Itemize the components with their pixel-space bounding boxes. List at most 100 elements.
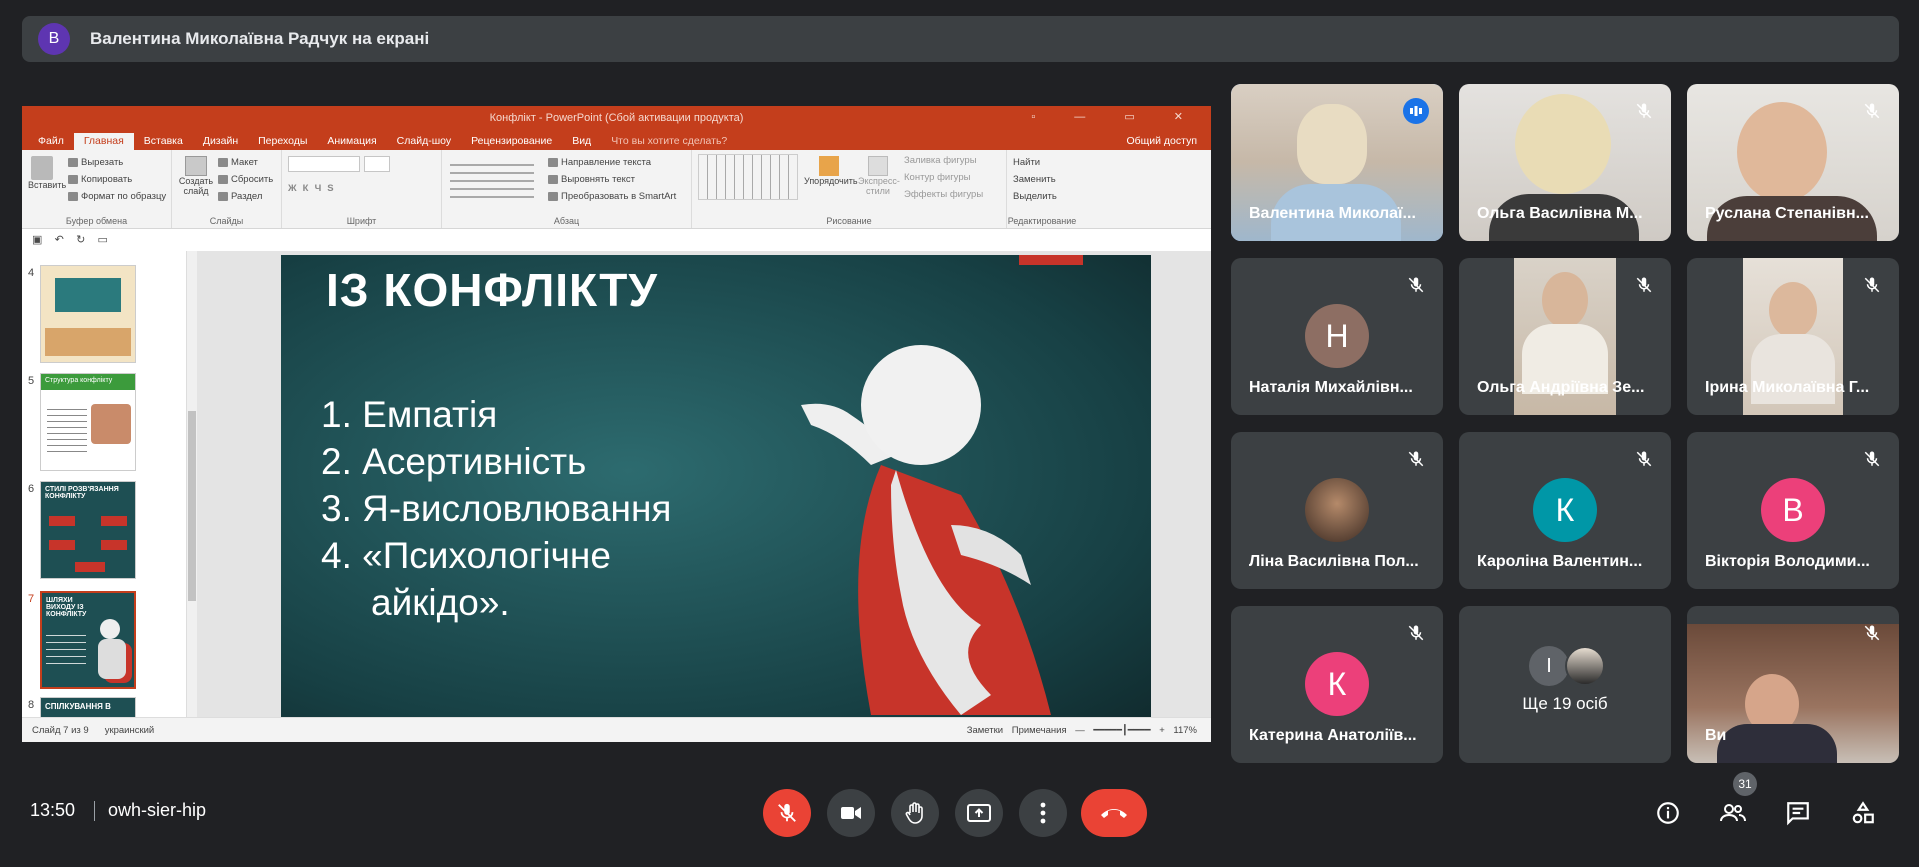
window-controls: ▫ — ▭ ✕ bbox=[1031, 111, 1201, 123]
superhero-figure bbox=[801, 345, 1051, 715]
replace-button[interactable]: Заменить bbox=[1013, 171, 1071, 188]
reset-button[interactable]: Сбросить bbox=[218, 171, 275, 188]
participant-tile[interactable]: Валентина Миколаї... bbox=[1231, 84, 1443, 241]
person-head bbox=[1515, 94, 1611, 194]
align-text-icon bbox=[548, 174, 558, 184]
participant-tile[interactable]: Ліна Василівна Пол... bbox=[1231, 432, 1443, 589]
slide-thumb-5[interactable]: Структура конфлікту bbox=[40, 373, 136, 471]
participant-avatar-photo bbox=[1305, 478, 1369, 542]
thumb-number: 7 bbox=[28, 593, 35, 605]
redo-icon[interactable]: ↻ bbox=[76, 234, 85, 246]
tab-file[interactable]: Файл bbox=[28, 133, 74, 150]
slide-item-2: 2. Асертивність bbox=[321, 441, 587, 482]
section-icon bbox=[218, 191, 228, 201]
chat-button[interactable] bbox=[1780, 795, 1816, 831]
ppt-ribbon: Вставить Вырезать Копировать Формат по о… bbox=[22, 150, 1211, 229]
tab-view[interactable]: Вид bbox=[562, 133, 601, 150]
layout-button[interactable]: Макет bbox=[218, 154, 275, 171]
more-vert-icon bbox=[1040, 802, 1046, 824]
paragraph-caption: Абзац bbox=[553, 216, 580, 226]
scrollbar-thumb[interactable] bbox=[188, 411, 196, 601]
tab-slideshow[interactable]: Слайд-шоу bbox=[387, 133, 461, 150]
share-button[interactable]: Общий доступ bbox=[1116, 133, 1211, 150]
cut-button[interactable]: Вырезать bbox=[68, 154, 165, 171]
clock: 13:50 bbox=[30, 800, 76, 820]
thumbs-scrollbar[interactable] bbox=[186, 251, 197, 717]
format-painter-button[interactable]: Формат по образцу bbox=[68, 188, 166, 205]
slide-item-4: 4. «Психологічне bbox=[321, 535, 611, 576]
new-slide-button[interactable]: Создать слайд bbox=[178, 156, 214, 196]
save-icon[interactable]: ▣ bbox=[32, 234, 42, 246]
present-icon[interactable]: ▭ bbox=[98, 234, 108, 246]
text-direction-button[interactable]: Направление текста bbox=[548, 154, 685, 171]
participant-tile[interactable]: Ірина Миколаївна Г... bbox=[1687, 258, 1899, 415]
ppt-window-title: Конфлікт - PowerPoint (Сбой активации пр… bbox=[489, 112, 744, 124]
slide-thumb-6[interactable]: СТИЛІ РОЗВ'ЯЗАННЯ КОНФЛІКТУ bbox=[40, 481, 136, 579]
participant-name: Валентина Миколаї... bbox=[1249, 205, 1416, 222]
font-size-box[interactable] bbox=[364, 156, 390, 172]
shape-fill-button[interactable]: Заливка фигуры bbox=[904, 152, 983, 169]
activities-button[interactable] bbox=[1845, 795, 1881, 831]
paragraph-buttons[interactable] bbox=[450, 158, 534, 202]
slide-thumb-8[interactable]: СПІЛКУВАННЯ В bbox=[40, 697, 136, 717]
align-text-button[interactable]: Выровнять текст bbox=[548, 171, 685, 188]
thumb-image bbox=[55, 278, 121, 312]
current-slide: ІЗ КОНФЛІКТУ 1. Емпатія 2. Асертивність … bbox=[281, 255, 1151, 735]
slide-thumb-4[interactable] bbox=[40, 265, 136, 363]
camera-toggle-button[interactable] bbox=[827, 789, 875, 837]
thumb-title: СТИЛІ РОЗВ'ЯЗАННЯ КОНФЛІКТУ bbox=[45, 486, 119, 500]
slide-thumb-7[interactable]: ШЛЯХИ ВИХОДУ ІЗ КОНФЛІКТУ bbox=[40, 591, 136, 689]
zoom-level[interactable]: 117% bbox=[1173, 725, 1197, 736]
smartart-button[interactable]: Преобразовать в SmartArt bbox=[548, 188, 685, 205]
raise-hand-button[interactable] bbox=[891, 789, 939, 837]
participant-name: Ірина Миколаївна Г... bbox=[1705, 379, 1870, 396]
tab-home[interactable]: Главная bbox=[73, 133, 134, 150]
tab-transitions[interactable]: Переходы bbox=[248, 133, 317, 150]
comments-button[interactable]: Примечания bbox=[1012, 725, 1067, 736]
self-tile[interactable]: Ви bbox=[1687, 606, 1899, 763]
arrange-icon bbox=[819, 156, 839, 176]
slides-caption: Слайды bbox=[209, 216, 244, 226]
participant-tile[interactable]: К Кароліна Валентин... bbox=[1459, 432, 1671, 589]
participant-tile[interactable]: К Катерина Анатоліїв... bbox=[1231, 606, 1443, 763]
tab-review[interactable]: Рецензирование bbox=[461, 133, 562, 150]
tell-me-search[interactable]: Что вы хотите сделать? bbox=[601, 133, 737, 150]
thumb-shape bbox=[49, 540, 75, 550]
copy-button[interactable]: Копировать bbox=[68, 171, 165, 188]
font-name-box[interactable] bbox=[288, 156, 360, 172]
tab-insert[interactable]: Вставка bbox=[134, 133, 193, 150]
arrange-button[interactable]: Упорядочить bbox=[804, 156, 858, 186]
undo-icon[interactable]: ↶ bbox=[55, 234, 64, 246]
section-button[interactable]: Раздел bbox=[218, 188, 275, 205]
meeting-info-button[interactable] bbox=[1650, 795, 1686, 831]
tab-animation[interactable]: Анимация bbox=[317, 133, 386, 150]
thumb-shape bbox=[101, 540, 127, 550]
notes-button[interactable]: Заметки bbox=[967, 725, 1003, 736]
participant-avatar: В bbox=[1761, 478, 1825, 542]
zoom-slider[interactable]: — ━━━━━┃━━━━ + bbox=[1075, 725, 1165, 736]
participant-tile[interactable]: Н Наталія Михайлівн... bbox=[1231, 258, 1443, 415]
paste-button[interactable]: Вставить bbox=[28, 156, 66, 196]
people-button[interactable] bbox=[1715, 795, 1751, 831]
shapes-gallery[interactable] bbox=[698, 154, 798, 200]
participant-tile[interactable]: Ольга Андріївна Зе... bbox=[1459, 258, 1671, 415]
participant-name: Наталія Михайлівн... bbox=[1249, 379, 1413, 396]
quick-styles-button[interactable]: Экспресс-стили bbox=[858, 156, 900, 196]
more-participants-tile[interactable]: І Ще 19 осіб bbox=[1459, 606, 1671, 763]
shape-effects-button[interactable]: Эффекты фигуры bbox=[904, 186, 983, 203]
tab-design[interactable]: Дизайн bbox=[193, 133, 248, 150]
thumb-text bbox=[46, 629, 86, 669]
participant-tile[interactable]: Ольга Василівна М... bbox=[1459, 84, 1671, 241]
shape-outline-button[interactable]: Контур фигуры bbox=[904, 169, 983, 186]
slides-group: Создать слайд Макет Сбросить Раздел Слай… bbox=[172, 150, 282, 228]
leave-call-button[interactable] bbox=[1081, 789, 1147, 837]
presenter-text: Валентина Миколаївна Радчук на екрані bbox=[90, 29, 430, 48]
find-button[interactable]: Найти bbox=[1013, 154, 1071, 171]
font-format-buttons[interactable]: ЖКЧS bbox=[288, 180, 435, 197]
participant-tile[interactable]: В Вікторія Володими... bbox=[1687, 432, 1899, 589]
mic-toggle-button[interactable] bbox=[763, 789, 811, 837]
participant-tile[interactable]: Руслана Степанівн... bbox=[1687, 84, 1899, 241]
more-options-button[interactable] bbox=[1019, 789, 1067, 837]
present-screen-button[interactable] bbox=[955, 789, 1003, 837]
select-button[interactable]: Выделить bbox=[1013, 188, 1071, 205]
